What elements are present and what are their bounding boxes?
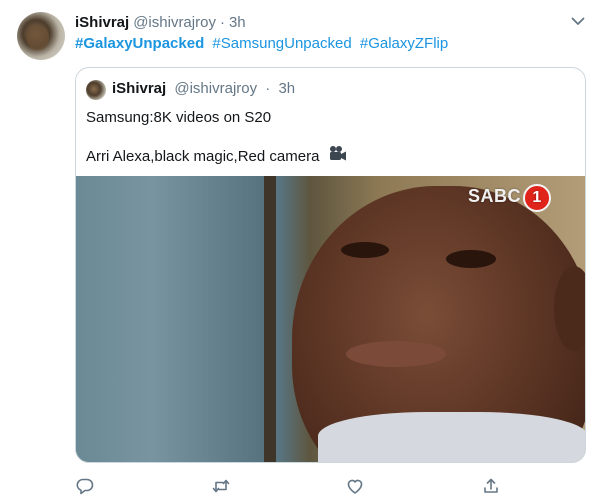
hashtag-link[interactable]: #GalaxyZFlip xyxy=(360,35,448,52)
handle[interactable]: @ishivrajroy xyxy=(133,14,216,31)
avatar[interactable] xyxy=(17,12,65,60)
tweet-text: #GalaxyUnpacked #SamsungUnpacked #Galaxy… xyxy=(75,35,452,52)
quoted-header: iShivraj @ishivrajroy · 3h xyxy=(112,80,295,97)
timestamp[interactable]: 3h xyxy=(229,14,246,31)
mouth xyxy=(346,341,446,367)
retweet-icon[interactable] xyxy=(211,476,231,496)
hashtag-link[interactable]: #GalaxyUnpacked xyxy=(75,35,204,52)
quoted-handle[interactable]: @ishivrajroy xyxy=(174,80,257,97)
eye-right xyxy=(446,250,496,268)
quoted-text-line-2: Arri Alexa,black magic,Red camera xyxy=(86,145,348,165)
quoted-text-line: Samsung:8K videos on S20 xyxy=(86,109,272,126)
quoted-tweet[interactable]: iShivraj @ishivrajroy · 3h Samsung:8K vi… xyxy=(75,67,586,463)
background-door xyxy=(76,176,266,462)
watermark-text: SABC xyxy=(468,186,522,206)
eye-left xyxy=(341,242,389,258)
chevron-down-icon[interactable] xyxy=(568,11,588,31)
shirt-collar xyxy=(318,412,585,462)
watermark-number: 1 xyxy=(523,184,552,212)
share-icon[interactable] xyxy=(481,476,501,496)
display-name[interactable]: iShivraj xyxy=(75,14,129,31)
video-thumbnail[interactable]: SABC 1 xyxy=(76,176,585,462)
quoted-display-name[interactable]: iShivraj xyxy=(112,80,166,97)
quoted-text: Arri Alexa,black magic,Red camera xyxy=(86,148,320,165)
tweet-header: iShivraj @ishivrajroy · 3h xyxy=(75,12,246,32)
quoted-separator-dot: · xyxy=(265,80,271,97)
movie-camera-icon xyxy=(329,146,346,161)
quoted-timestamp[interactable]: 3h xyxy=(278,80,295,97)
hashtag-link[interactable]: #SamsungUnpacked xyxy=(212,35,351,52)
quoted-avatar[interactable] xyxy=(86,80,106,100)
channel-watermark: SABC 1 xyxy=(468,184,552,212)
tweet-actions xyxy=(75,476,584,496)
door-frame xyxy=(264,176,276,462)
tweet[interactable]: iShivraj @ishivrajroy · 3h #GalaxyUnpack… xyxy=(0,0,600,504)
separator-dot: · xyxy=(219,13,225,31)
reply-icon[interactable] xyxy=(75,476,95,496)
heart-icon[interactable] xyxy=(345,476,365,496)
